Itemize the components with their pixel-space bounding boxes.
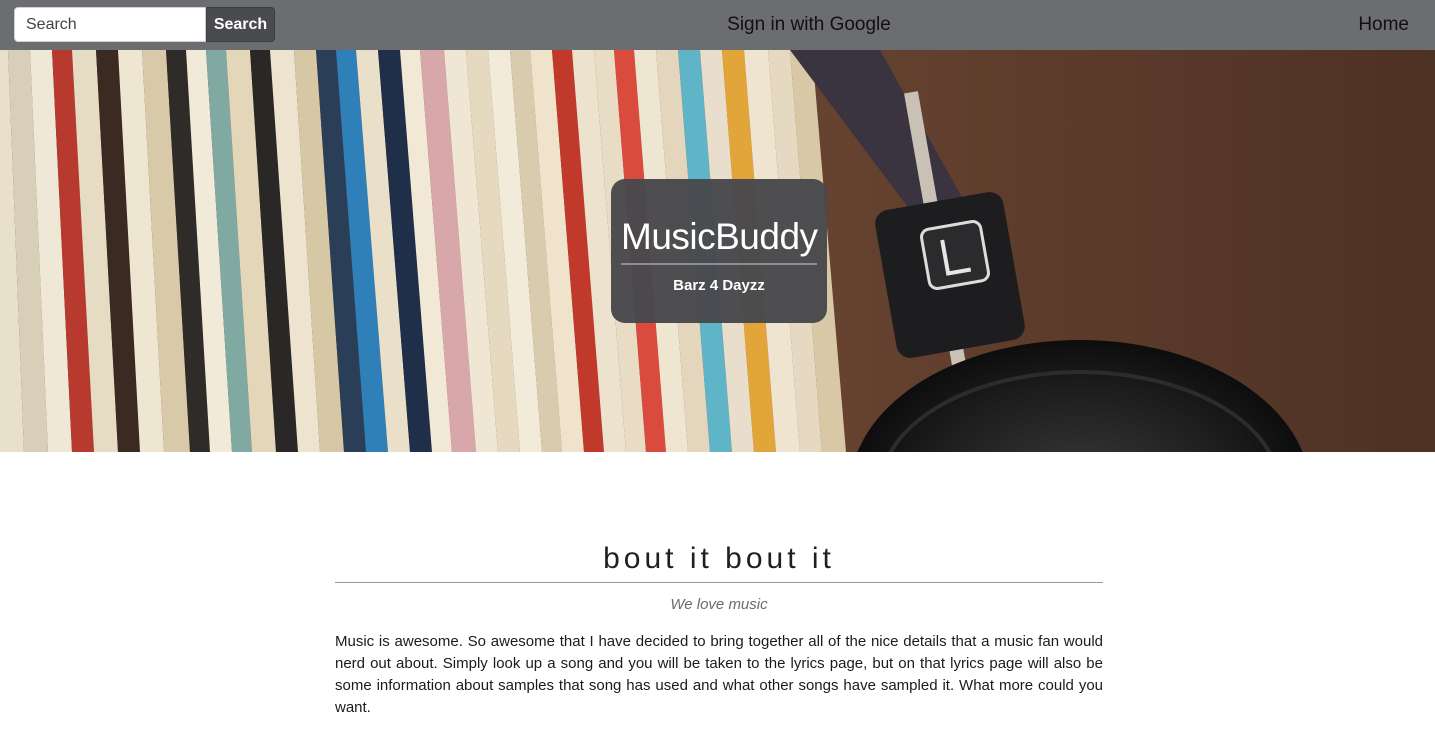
hero-title-card: MusicBuddy Barz 4 Dayzz [611,179,827,323]
sign-in-google-link[interactable]: Sign in with Google [0,13,1435,37]
intro-paragraph: Music is awesome. So awesome that I have… [335,633,1103,716]
section-heading: bout it bout it [335,540,1103,583]
home-link[interactable]: Home [1358,13,1409,37]
hero-banner: MusicBuddy Barz 4 Dayzz [0,50,1435,452]
site-title: MusicBuddy [621,215,818,265]
tagline: We love music [670,596,768,613]
site-subtitle: Barz 4 Dayzz [673,277,765,294]
about-section: bout it bout it We love music Music is a… [335,540,1103,734]
navbar: Search Sign in with Google Home [0,0,1435,50]
